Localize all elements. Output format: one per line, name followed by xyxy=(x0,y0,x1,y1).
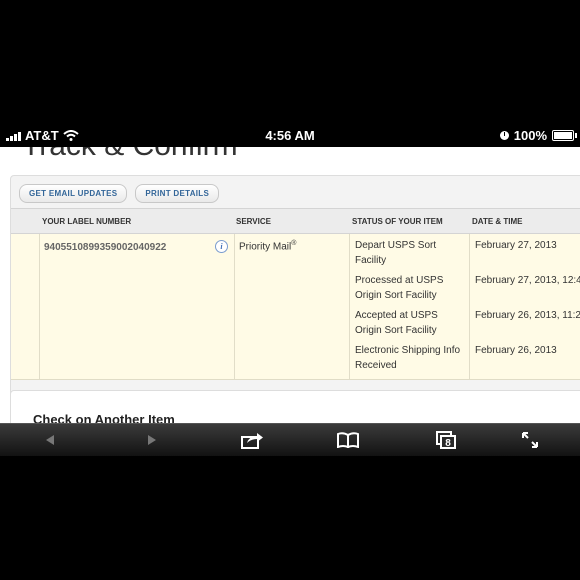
info-icon[interactable]: i xyxy=(215,240,228,253)
fullscreen-button[interactable] xyxy=(516,424,544,456)
event-status: Electronic Shipping Info Received xyxy=(355,345,461,371)
battery-icon xyxy=(552,130,577,141)
header-label-number: YOUR LABEL NUMBER xyxy=(42,217,132,226)
clock-time: 4:56 AM xyxy=(265,128,315,143)
battery-percent: 100% xyxy=(513,128,547,143)
back-icon xyxy=(46,435,54,445)
event-date: February 27, 2013 xyxy=(475,240,557,251)
bookmarks-icon xyxy=(337,432,359,448)
header-service: SERVICE xyxy=(236,217,271,226)
check-another-item-card: Check on Another Item xyxy=(10,390,580,423)
share-icon xyxy=(241,433,263,449)
event-date: February 26, 2013 xyxy=(475,345,557,356)
back-button[interactable] xyxy=(38,424,62,456)
tabs-count: 8 xyxy=(445,438,451,449)
bookmarks-button[interactable] xyxy=(334,424,362,456)
event-status: Processed at USPS Origin Sort Facility xyxy=(355,275,444,301)
browser-toolbar: 8 xyxy=(0,423,580,456)
forward-button[interactable] xyxy=(140,424,164,456)
event-status: Depart USPS Sort Facility xyxy=(355,240,437,266)
tracking-panel: GET EMAIL UPDATES PRINT DETAILS YOUR LAB… xyxy=(10,175,580,423)
status-bar: AT&T 4:56 AM 100% xyxy=(0,126,580,146)
label-number-value: 9405510899359002040922 xyxy=(44,242,167,253)
event-date: February 26, 2013, 11:2 xyxy=(475,310,580,321)
tabs-button[interactable]: 8 xyxy=(432,424,460,456)
header-date-time: DATE & TIME xyxy=(472,217,523,226)
alarm-icon xyxy=(499,131,509,140)
event-date: February 27, 2013, 12:4 xyxy=(475,275,580,286)
print-details-button[interactable]: PRINT DETAILS xyxy=(135,184,220,203)
web-content[interactable]: Track & Confirm GET EMAIL UPDATES PRINT … xyxy=(0,147,580,423)
page-title: Track & Confirm xyxy=(22,147,238,163)
share-button[interactable] xyxy=(238,424,266,456)
header-status: STATUS OF YOUR ITEM xyxy=(352,217,443,226)
fullscreen-icon xyxy=(522,432,538,448)
service-value: Priority Mail® xyxy=(239,240,297,253)
event-status: Accepted at USPS Origin Sort Facility xyxy=(355,310,438,336)
table-header: YOUR LABEL NUMBER SERVICE STATUS OF YOUR… xyxy=(11,208,580,234)
tabs-icon: 8 xyxy=(436,431,456,449)
tracking-row: 9405510899359002040922 i Priority Mail® … xyxy=(11,234,580,380)
forward-icon xyxy=(148,435,156,445)
get-email-updates-button[interactable]: GET EMAIL UPDATES xyxy=(19,184,128,203)
check-another-item-heading: Check on Another Item xyxy=(33,412,175,423)
